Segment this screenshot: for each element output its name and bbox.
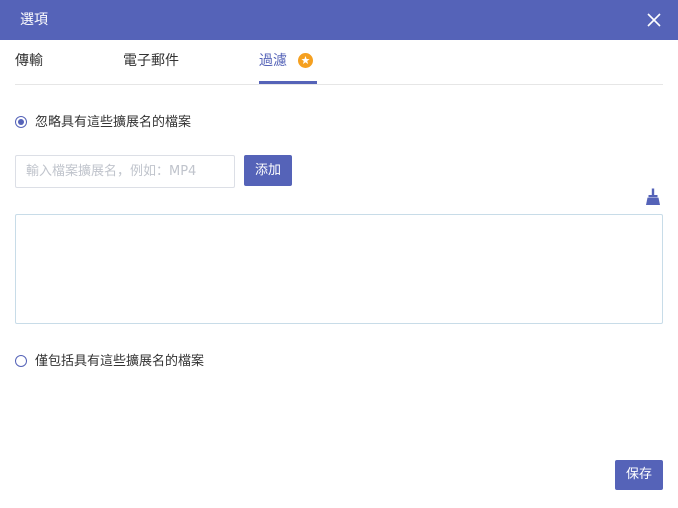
save-button[interactable]: 保存 bbox=[615, 460, 663, 490]
broom-icon[interactable] bbox=[645, 188, 661, 206]
active-tab-indicator bbox=[259, 81, 317, 84]
star-badge-icon bbox=[298, 53, 313, 68]
ignore-extensions-radio[interactable] bbox=[15, 116, 27, 128]
include-extensions-radio[interactable] bbox=[15, 355, 27, 367]
tab-email[interactable]: 電子郵件 bbox=[123, 52, 179, 70]
close-icon[interactable] bbox=[644, 10, 664, 30]
include-extensions-option[interactable]: 僅包括具有這些擴展名的檔案 bbox=[15, 353, 275, 371]
extension-list[interactable] bbox=[15, 214, 663, 324]
add-button[interactable]: 添加 bbox=[244, 155, 292, 186]
tab-bar: 傳輸 電子郵件 過濾 bbox=[15, 40, 663, 85]
include-extensions-label: 僅包括具有這些擴展名的檔案 bbox=[35, 354, 205, 369]
ignore-extensions-label: 忽略具有這些擴展名的檔案 bbox=[35, 115, 192, 130]
extension-input[interactable] bbox=[15, 155, 235, 188]
ignore-extensions-option[interactable]: 忽略具有這些擴展名的檔案 bbox=[15, 114, 275, 132]
dialog-title: 選項 bbox=[20, 12, 48, 28]
tab-filter[interactable]: 過濾 bbox=[259, 52, 287, 70]
dialog-title-bar: 選項 bbox=[0, 0, 678, 40]
tab-transfer[interactable]: 傳輸 bbox=[15, 52, 43, 70]
